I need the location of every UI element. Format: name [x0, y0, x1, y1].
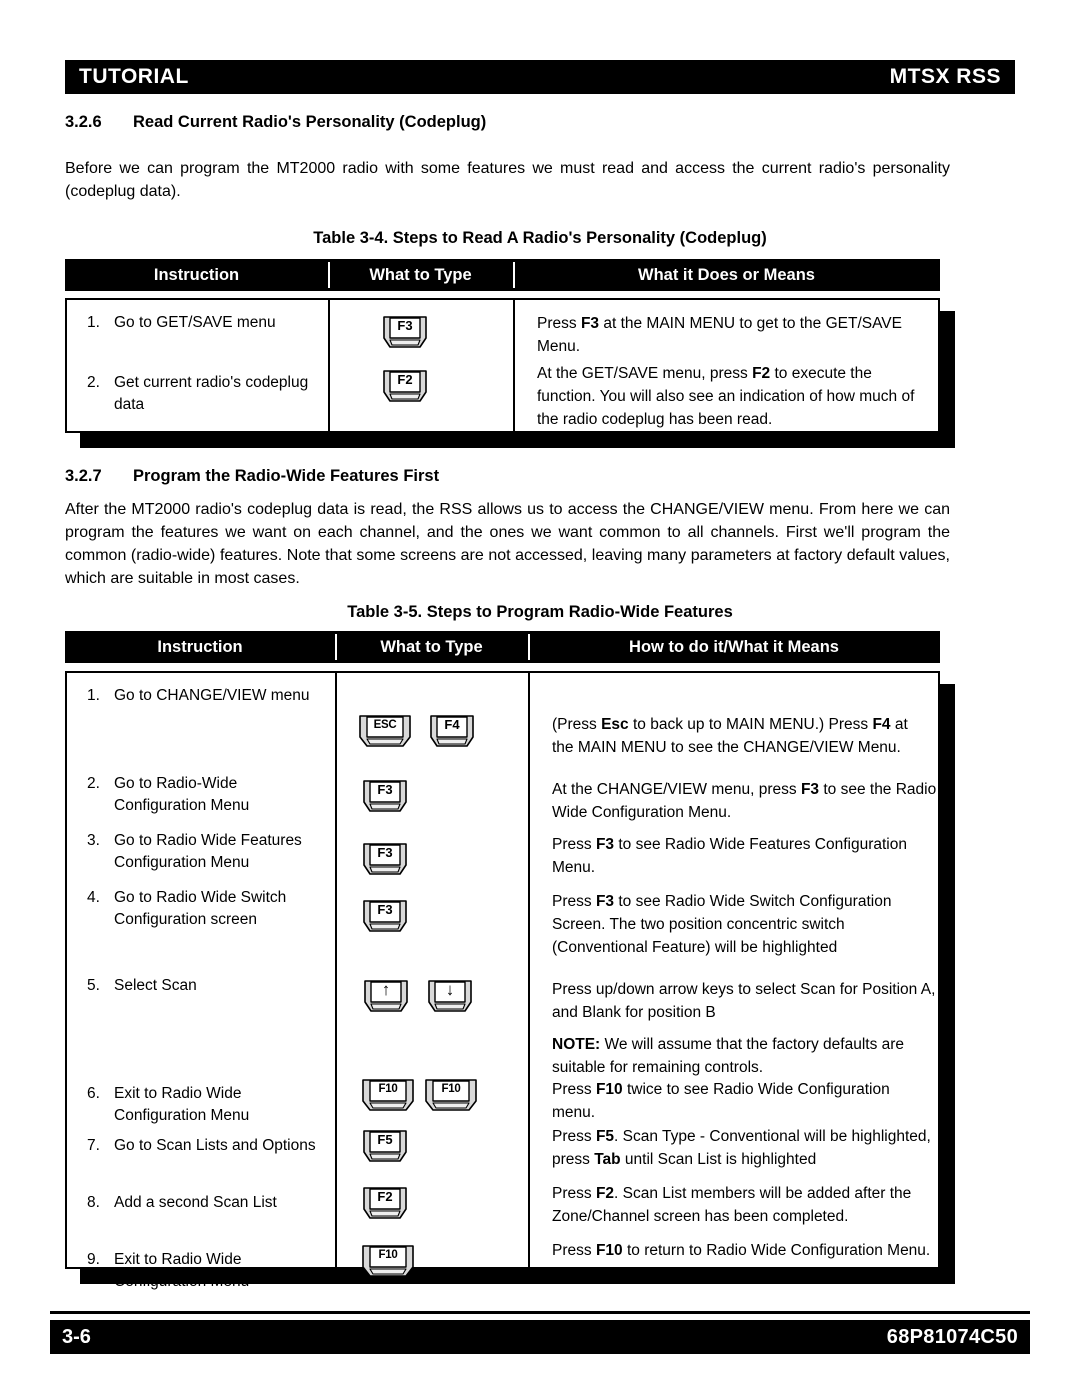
- table-row: 9. Exit to Radio Wide Configuration Menu: [87, 1249, 327, 1293]
- key-icon-esc: ESC: [358, 713, 412, 751]
- row-description: (Press Esc to back up to MAIN MENU.) Pre…: [552, 716, 908, 756]
- table-3-5-caption: Table 3-5. Steps to Program Radio-Wide F…: [347, 603, 733, 621]
- row-description: Press F3 to see Radio Wide Features Conf…: [552, 836, 907, 876]
- section-number-327: 3.2.7: [65, 467, 102, 485]
- row-description: Press F2. Scan List members will be adde…: [552, 1185, 912, 1225]
- row-instruction: Select Scan: [114, 977, 197, 994]
- row-number: 7.: [87, 1137, 100, 1154]
- table-3-5-col-instruction: Instruction: [157, 638, 243, 656]
- table-row: 1. Go to GET/SAVE menu: [87, 312, 317, 334]
- footer-rule: [50, 1311, 1030, 1314]
- row-number: 3.: [87, 832, 100, 849]
- key-icon-f3: F3: [362, 898, 408, 936]
- row-instruction: Go to Radio Wide Switch Configuration sc…: [114, 889, 287, 928]
- row-number: 9.: [87, 1251, 100, 1268]
- row-description: Press F10 twice to see Radio Wide Config…: [552, 1081, 890, 1121]
- document-number: 68P81074C50: [886, 1325, 1018, 1348]
- key-icon-f5: F5: [362, 1128, 408, 1166]
- table-3-5-divider-1: [335, 673, 337, 1267]
- section-heading-326: 3.2.6 Read Current Radio's Personality (C…: [65, 113, 486, 132]
- section-paragraph-327: After the MT2000 radio's codeplug data i…: [65, 501, 950, 587]
- key-icon-f2: F2: [382, 368, 428, 406]
- key-icon-f4: F4: [429, 713, 475, 751]
- row-instruction: Add a second Scan List: [114, 1194, 277, 1211]
- table-3-4-header-row: Instruction What to Type What it Does or…: [65, 259, 940, 291]
- table-3-5-col-what-to-type: What to Type: [335, 631, 528, 663]
- table-row: 1. Go to CHANGE/VIEW menu: [87, 685, 327, 707]
- running-header-left: TUTORIAL: [79, 65, 189, 88]
- row-description: Press F3 to see Radio Wide Switch Config…: [552, 893, 892, 956]
- table-row: 5. Select Scan: [87, 975, 322, 997]
- table-3-4-divider-2: [513, 300, 515, 431]
- section-title-326: Read Current Radio's Personality (Codepl…: [133, 113, 487, 131]
- row-instruction: Get current radio's codeplug data: [114, 374, 309, 413]
- section-number-326: 3.2.6: [65, 113, 102, 131]
- key-icon-f3: F3: [362, 841, 408, 879]
- row-instruction: Exit to Radio Wide Configuration Menu: [114, 1085, 250, 1124]
- table-3-4-body: 1. Go to GET/SAVE menu F3 Press F3 at th…: [65, 298, 940, 433]
- running-header: TUTORIAL MTSX RSS: [65, 60, 1015, 94]
- section-paragraph-326: Before we can program the MT2000 radio w…: [65, 160, 950, 200]
- row-description: Press up/down arrow keys to select Scan …: [552, 981, 936, 1021]
- row-note: NOTE: We will assume that the factory de…: [552, 1036, 905, 1076]
- key-icon-f10-first: F10: [361, 1077, 415, 1115]
- table-row: 6. Exit to Radio Wide Configuration Menu: [87, 1083, 322, 1127]
- row-number: 2.: [87, 775, 100, 792]
- row-number: 5.: [87, 977, 100, 994]
- row-number: 1.: [87, 687, 100, 704]
- key-icon-f3: F3: [362, 778, 408, 816]
- row-description: Press F5. Scan Type - Conventional will …: [552, 1128, 931, 1168]
- table-3-4-col-what-to-type: What to Type: [328, 259, 513, 291]
- section-heading-327: 3.2.7 Program the Radio-Wide Features Fir…: [65, 467, 439, 486]
- running-header-right: MTSX RSS: [889, 65, 1001, 88]
- table-3-4-caption: Table 3-4. Steps to Read A Radio's Perso…: [313, 229, 767, 247]
- table-3-5-body: 1. Go to CHANGE/VIEW menu ESC F4 (Press …: [65, 671, 940, 1290]
- table-3-5: Instruction What to Type How to do it/Wh…: [65, 631, 1015, 1291]
- row-instruction: Go to Radio-Wide Configuration Menu: [114, 775, 250, 814]
- table-row: 2. Get current radio's codeplug data: [87, 372, 322, 416]
- document-page: TUTORIAL MTSX RSS 3.2.6 Read Current Radi…: [0, 0, 1080, 1397]
- table-row: 2. Go to Radio-Wide Configuration Menu: [87, 773, 322, 817]
- row-description: At the GET/SAVE menu, press F2 to execut…: [537, 365, 915, 428]
- row-number: 1.: [87, 314, 100, 331]
- key-icon-f2: F2: [362, 1185, 408, 1223]
- table-3-5-col-how-to-do-it: How to do it/What it Means: [528, 631, 940, 663]
- row-number: 8.: [87, 1194, 100, 1211]
- row-instruction: Go to CHANGE/VIEW menu: [114, 687, 310, 704]
- table-3-4-divider-1: [328, 300, 330, 431]
- section-title-327: Program the Radio-Wide Features First: [133, 467, 440, 485]
- table-3-5-divider-2: [528, 673, 530, 1267]
- row-description: Press F3 at the MAIN MENU to get to the …: [537, 315, 902, 355]
- row-description: Press F10 to return to Radio Wide Config…: [552, 1242, 931, 1259]
- row-description: At the CHANGE/VIEW menu, press F3 to see…: [552, 781, 937, 821]
- page-number: 3-6: [62, 1325, 91, 1348]
- row-instruction: Go to Scan Lists and Options: [114, 1137, 316, 1154]
- row-number: 2.: [87, 374, 100, 391]
- table-row: 7. Go to Scan Lists and Options: [87, 1135, 327, 1157]
- key-icon-f10: F10: [361, 1243, 415, 1281]
- key-icon-f10-second: F10: [424, 1077, 478, 1115]
- table-row: 3. Go to Radio Wide Features Configurati…: [87, 830, 322, 874]
- table-3-4: Instruction What to Type What it Does or…: [65, 259, 1015, 449]
- row-number: 6.: [87, 1085, 100, 1102]
- table-3-4-col-what-it-means: What it Does or Means: [513, 259, 940, 291]
- table-row: 8. Add a second Scan List: [87, 1192, 327, 1214]
- table-3-5-header-row: Instruction What to Type How to do it/Wh…: [65, 631, 940, 663]
- row-instruction: Exit to Radio Wide Configuration Menu: [114, 1251, 250, 1290]
- table-3-4-col-instruction: Instruction: [153, 266, 240, 284]
- key-icon-arrow-up: ↑: [363, 978, 409, 1016]
- table-row: 4. Go to Radio Wide Switch Configuration…: [87, 887, 322, 931]
- key-icon-f3: F3: [382, 314, 428, 352]
- row-number: 4.: [87, 889, 100, 906]
- row-instruction: Go to GET/SAVE menu: [114, 314, 276, 331]
- row-instruction: Go to Radio Wide Features Configuration …: [114, 832, 302, 871]
- key-icon-arrow-down: ↓: [427, 978, 473, 1016]
- running-footer: 3-6 68P81074C50: [50, 1320, 1030, 1354]
